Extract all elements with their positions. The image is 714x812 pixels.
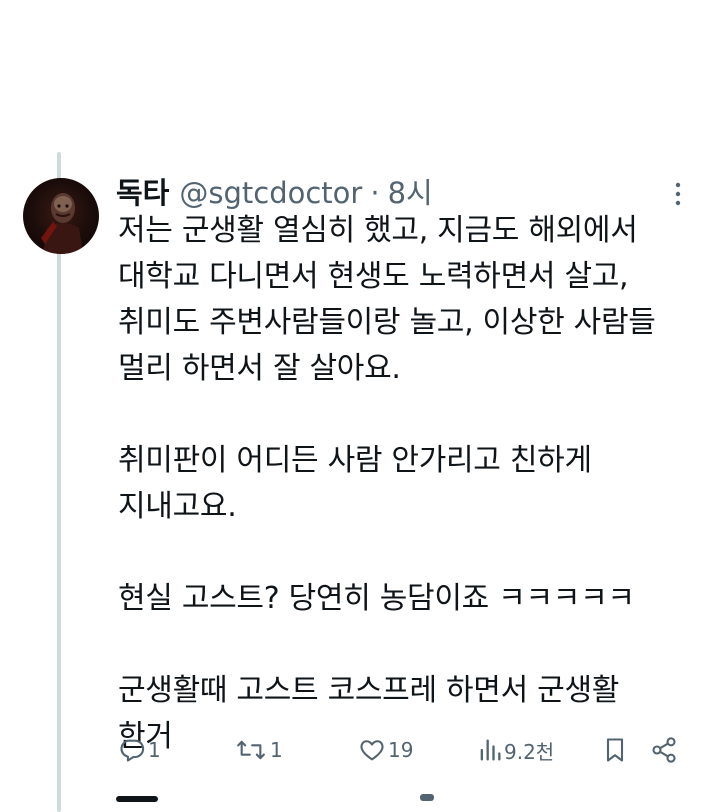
views-button[interactable]: 9.2천 [478, 730, 554, 770]
user-handle[interactable]: @sgtcdoctor [179, 176, 362, 210]
tweet-text-line: 저는 군생활 열심히 했고, 지금도 해외에서 [118, 213, 638, 248]
tweet-text-line: 군생활때 고스트 코스프레 하면서 군생활 [118, 673, 620, 708]
share-icon [652, 737, 676, 763]
tweet-text-line: 멀리 하면서 잘 살아요. [118, 351, 401, 386]
like-button[interactable]: 19 [358, 730, 413, 770]
views-count: 9.2천 [504, 739, 555, 764]
next-tweet-peek-fragment [420, 794, 434, 801]
tweet-time[interactable]: 8시 [388, 170, 433, 212]
tweet-text: 저는 군생활 열심히 했고, 지금도 해외에서 대학교 다니면서 현생도 노력하… [118, 208, 698, 760]
retweet-button[interactable]: 1 [234, 730, 283, 770]
avatar[interactable] [23, 178, 99, 254]
tweet-text-line: 현실 고스트? 당연히 농담이죠 ㅋㅋㅋㅋㅋ [118, 581, 635, 616]
next-tweet-peek [116, 790, 176, 804]
header-separator: · [370, 176, 380, 210]
reply-icon [120, 739, 145, 762]
reply-count: 1 [148, 738, 161, 762]
tweet-text-line: 취미판이 어디든 사람 안가리고 친하게 [118, 443, 592, 478]
more-vertical-icon[interactable] [668, 180, 688, 208]
display-name[interactable]: 독타 [116, 170, 169, 212]
share-button[interactable] [650, 730, 678, 770]
bookmark-button[interactable] [602, 730, 628, 770]
views-icon [480, 739, 501, 761]
tweet-text-line: 지내고요. [118, 489, 237, 524]
retweet-count: 1 [270, 738, 283, 762]
reply-button[interactable]: 1 [118, 730, 161, 770]
retweet-icon [237, 740, 265, 760]
tweet-actions: 1 1 19 9.2천 [118, 730, 688, 770]
tweet-header: 독타 @sgtcdoctor · 8시 [116, 170, 433, 212]
tweet-text-line: 대학교 다니면서 현생도 노력하면서 살고, [118, 259, 629, 294]
bookmark-icon [606, 738, 624, 762]
tweet-text-line: 취미도 주변사람들이랑 놀고, 이상한 사람들 [118, 305, 656, 340]
avatar-image [41, 193, 83, 254]
like-count: 19 [388, 738, 414, 762]
heart-icon [360, 740, 384, 761]
